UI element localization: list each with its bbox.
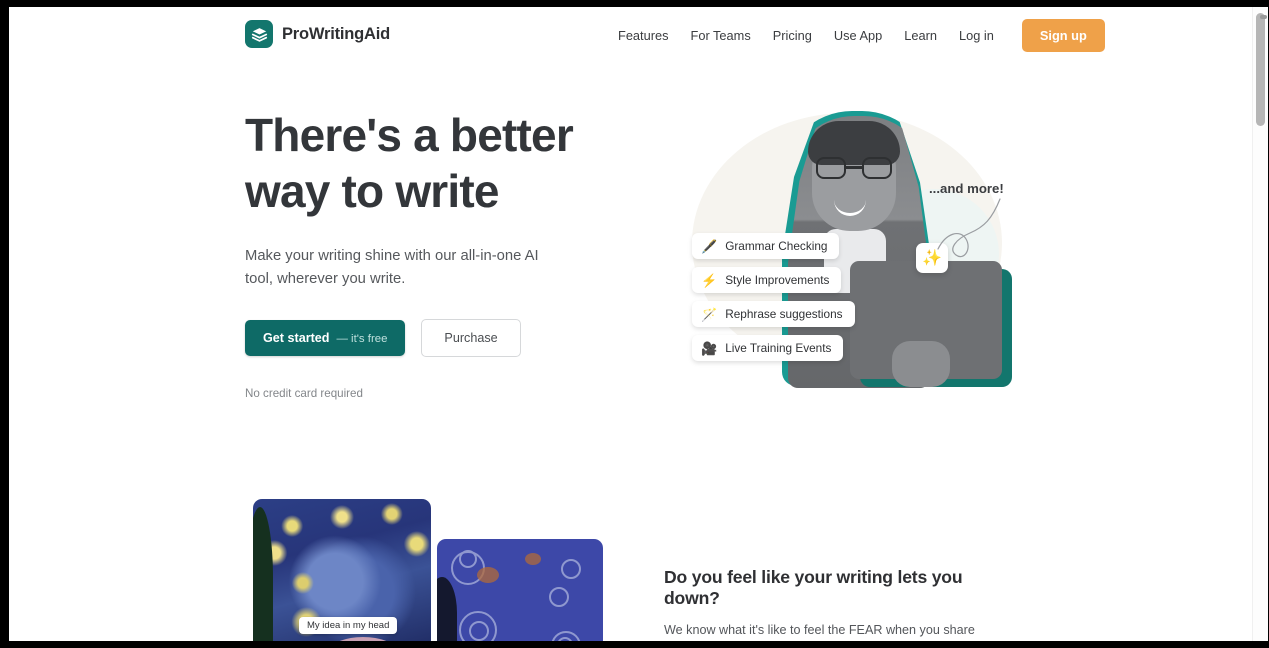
sign-up-button[interactable]: Sign up xyxy=(1021,19,1105,52)
color-blotch xyxy=(525,553,541,565)
and-more-label: ...and more! xyxy=(929,181,1004,196)
section-writing-lets-you-down: Do you feel like your writing lets you d… xyxy=(664,567,1014,641)
hero-cta-row: Get started — it's free Purchase xyxy=(245,319,645,357)
eyeglasses-icon xyxy=(816,157,892,179)
get-started-label: Get started xyxy=(263,331,330,345)
scrollbar-thumb[interactable] xyxy=(1256,13,1267,126)
feature-pill-rephrase-suggestions: 🪄 Rephrase suggestions xyxy=(692,301,855,327)
hero-heading-line-2: way to write xyxy=(245,165,499,217)
get-started-button[interactable]: Get started — it's free xyxy=(245,320,406,356)
section-heading: Do you feel like your writing lets you d… xyxy=(664,567,963,608)
brand-name: ProWritingAid xyxy=(282,24,391,43)
prowritingaid-book-logo-icon xyxy=(245,20,273,48)
feature-pill-grammar-checking: 🖋️ Grammar Checking xyxy=(692,233,840,259)
hero-subheading: Make your writing shine with our all-in-… xyxy=(245,248,539,287)
hero-copy: There's a better way to write Make your … xyxy=(245,107,645,400)
nav-item-for-teams[interactable]: For Teams xyxy=(680,20,762,51)
scrollbar-thumb-grip xyxy=(1260,15,1267,19)
spiral-doodle xyxy=(459,550,477,568)
no-credit-card-note: No credit card required xyxy=(245,387,363,400)
page-viewport: ProWritingAid Features For Teams Pricing… xyxy=(9,7,1252,641)
hero-heading-line-1: There's a better xyxy=(245,109,574,161)
starry-night-comparison-illustration: My idea in my head xyxy=(253,499,603,641)
curly-pointer-line-icon xyxy=(937,198,1001,258)
video-camera-icon: 🎥 xyxy=(701,340,718,356)
feature-pill-list: 🖋️ Grammar Checking ⚡ Style Improvements… xyxy=(692,233,902,369)
lightning-bolt-icon: ⚡ xyxy=(701,272,718,288)
section-body-text: We know what it's like to feel the FEAR … xyxy=(664,623,975,637)
spiral-doodle xyxy=(469,621,489,641)
browser-window: ProWritingAid Features For Teams Pricing… xyxy=(0,0,1269,648)
feature-pill-style-improvements: ⚡ Style Improvements xyxy=(692,267,842,293)
glasses-lens-left xyxy=(816,157,846,179)
site-header: ProWritingAid Features For Teams Pricing… xyxy=(9,7,1252,63)
feature-pill-label: Rephrase suggestions xyxy=(725,307,843,321)
idea-in-my-head-tag: My idea in my head xyxy=(299,617,398,634)
person-hat xyxy=(331,637,395,641)
glasses-bridge xyxy=(846,166,862,169)
purchase-button[interactable]: Purchase xyxy=(421,319,521,357)
color-blotch xyxy=(477,567,499,583)
magic-wand-icon: 🪄 xyxy=(701,306,718,322)
feature-pill-label: Live Training Events xyxy=(725,341,832,355)
nav-item-log-in[interactable]: Log in xyxy=(948,20,1005,51)
nav-item-use-app[interactable]: Use App xyxy=(823,20,893,51)
feather-pen-icon: 🖋️ xyxy=(701,238,718,254)
main-navigation: Features For Teams Pricing Use App Learn… xyxy=(607,19,1105,52)
glasses-lens-right xyxy=(862,157,892,179)
star-doodle xyxy=(549,587,569,607)
nav-item-pricing[interactable]: Pricing xyxy=(762,20,823,51)
hero-illustration: ✨ ...and more! 🖋️ Grammar Checking ⚡ Sty… xyxy=(664,93,1044,403)
brand-logo[interactable]: ProWritingAid xyxy=(245,20,390,48)
nav-item-features[interactable]: Features xyxy=(607,20,680,51)
star-doodle xyxy=(561,559,581,579)
page-title: There's a better way to write xyxy=(245,107,645,219)
get-started-sublabel: — it's free xyxy=(336,333,388,345)
starry-night-painting-card: My idea in my head xyxy=(253,499,431,641)
page-scrollbar[interactable] xyxy=(1252,7,1268,641)
cypress-tree xyxy=(253,507,273,641)
sketchy-starry-night-card xyxy=(437,539,603,641)
feature-pill-label: Grammar Checking xyxy=(725,239,828,253)
cypress-tree-doodle xyxy=(437,577,457,641)
feature-pill-label: Style Improvements xyxy=(725,273,830,287)
nav-item-learn[interactable]: Learn xyxy=(893,20,948,51)
feature-pill-live-training-events: 🎥 Live Training Events xyxy=(692,335,844,361)
